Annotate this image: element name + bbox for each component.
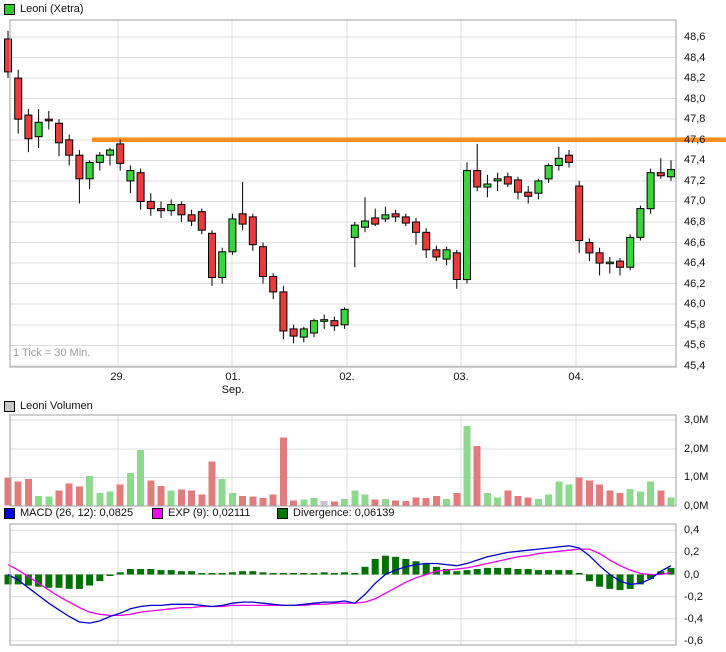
divergence-bar: [524, 569, 532, 575]
divergence-bar: [422, 563, 430, 575]
volume-series-marker-icon: [4, 400, 15, 412]
divergence-bar: [137, 569, 145, 575]
divergence-bar: [351, 573, 359, 575]
tick-interval-note: 1 Tick = 30 Min.: [13, 347, 91, 359]
volume-pane[interactable]: [4, 414, 677, 507]
divergence-series-marker-icon: [277, 507, 288, 519]
divergence-bar: [494, 567, 502, 575]
divergence-bar: [534, 570, 542, 575]
divergence-bar: [228, 572, 236, 575]
price-chart-title: Leoni (Xetra): [20, 3, 84, 15]
divergence-bar: [585, 574, 593, 582]
exp-legend-item[interactable]: EXP (9): 0,02111: [152, 507, 251, 519]
divergence-bar: [453, 571, 461, 575]
divergence-legend-item[interactable]: Divergence: 0,06139: [277, 507, 395, 519]
divergence-bar: [320, 572, 328, 575]
price-pane[interactable]: [10, 20, 726, 367]
exp-series-marker-icon: [152, 507, 163, 519]
divergence-bar: [188, 571, 196, 575]
divergence-bar: [279, 573, 287, 575]
charts-canvas[interactable]: [0, 0, 726, 652]
divergence-bar: [167, 570, 175, 575]
divergence-bar: [473, 569, 481, 575]
price-legend[interactable]: Leoni (Xetra): [4, 3, 84, 15]
divergence-bar: [269, 573, 277, 575]
divergence-bar: [96, 574, 104, 582]
divergence-bar: [483, 567, 491, 575]
divergence-bar: [218, 573, 226, 575]
divergence-bar: [300, 573, 308, 575]
divergence-bar: [157, 570, 165, 575]
divergence-bar: [555, 570, 563, 575]
divergence-bar: [198, 573, 206, 575]
divergence-bar: [463, 570, 471, 575]
divergence-bar: [147, 569, 155, 575]
divergence-bar: [177, 571, 185, 575]
divergence-bar: [545, 570, 553, 575]
macd-value-label: MACD (26, 12): 0,0825: [20, 507, 134, 519]
divergence-bar: [86, 574, 94, 586]
macd-legend-item[interactable]: MACD (26, 12): 0,0825: [4, 507, 133, 519]
divergence-bar: [504, 567, 512, 575]
divergence-bar: [259, 572, 267, 575]
divergence-bar: [341, 572, 349, 575]
divergence-bar: [330, 573, 338, 575]
exp-value-label: EXP (9): 0,02111: [168, 507, 251, 519]
divergence-bar: [412, 561, 420, 575]
divergence-bar: [65, 574, 73, 589]
divergence-bar: [596, 574, 604, 587]
divergence-bar: [116, 572, 124, 575]
divergence-bar: [208, 573, 216, 575]
divergence-bar: [249, 571, 257, 575]
macd-pane[interactable]: [4, 523, 677, 646]
divergence-bar: [45, 574, 53, 588]
resistance-line: [92, 137, 726, 142]
divergence-bar: [381, 555, 389, 575]
divergence-bar: [667, 567, 675, 575]
divergence-bar: [565, 570, 573, 575]
price-series-marker-icon: [4, 3, 15, 15]
divergence-bar: [575, 573, 583, 575]
macd-line: [7, 545, 672, 624]
divergence-bar: [55, 574, 63, 588]
divergence-bar: [310, 573, 318, 575]
divergence-bar: [371, 559, 379, 575]
divergence-value-label: Divergence: 0,06139: [293, 507, 395, 519]
divergence-bar: [106, 574, 114, 576]
divergence-bar: [290, 573, 298, 575]
divergence-bar: [514, 569, 522, 575]
macd-series-marker-icon: [4, 507, 15, 519]
volume-chart-title: Leoni Volumen: [20, 400, 93, 412]
signal-line: [7, 548, 672, 617]
divergence-bar: [75, 574, 83, 589]
divergence-bar: [239, 571, 247, 575]
divergence-bar: [626, 574, 634, 589]
volume-legend[interactable]: Leoni Volumen: [4, 400, 93, 412]
divergence-bar: [126, 569, 134, 575]
divergence-bar: [361, 566, 369, 575]
